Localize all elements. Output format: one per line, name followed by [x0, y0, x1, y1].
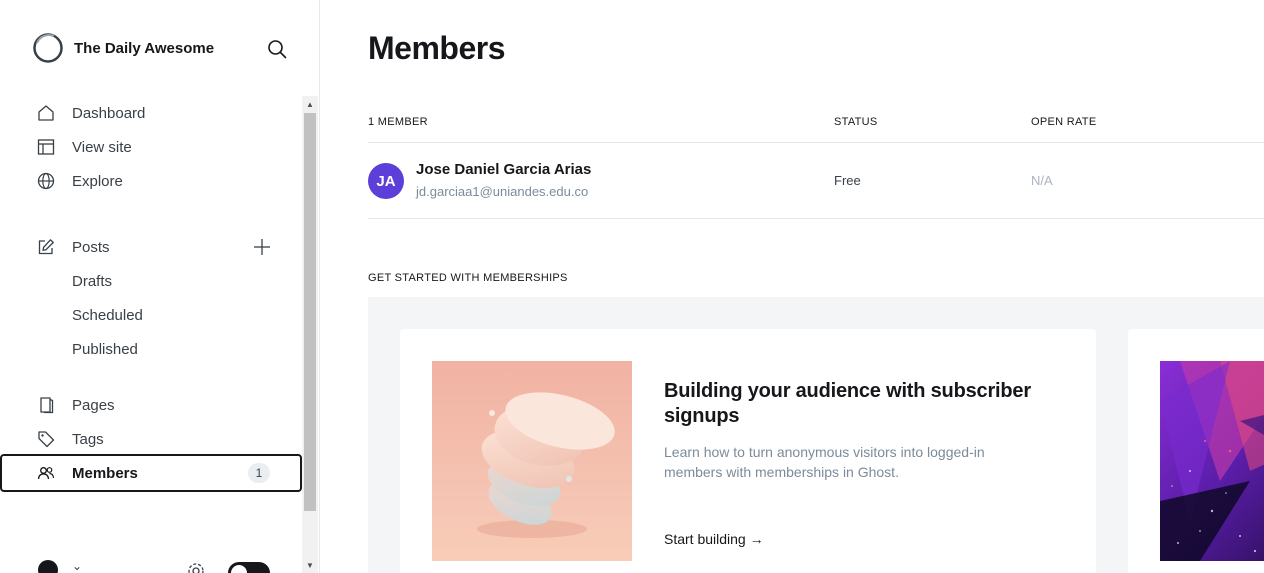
layout-icon	[36, 137, 56, 157]
scroll-up-arrow-icon[interactable]: ▲	[302, 96, 318, 112]
card-title: Building your audience with subscriber s…	[664, 380, 1031, 427]
sidebar: The Daily Awesome Dashboard View site Ex…	[0, 0, 320, 573]
sidebar-item-published[interactable]: Published	[0, 332, 302, 366]
sidebar-item-view-site[interactable]: View site	[0, 130, 302, 164]
search-button[interactable]	[264, 36, 290, 62]
card-description: Learn how to turn anonymous visitors int…	[664, 444, 985, 480]
card-illustration	[432, 361, 632, 561]
sidebar-item-label: Dashboard	[72, 104, 146, 122]
sidebar-nav: Dashboard View site Explore Posts Drafts	[0, 96, 318, 573]
main-content: Members 1 MEMBER STATUS OPEN RATE JA Jos…	[320, 0, 1264, 573]
column-header-open-rate[interactable]: OPEN RATE	[1031, 116, 1096, 128]
user-menu-chevron-icon[interactable]: ⌄	[72, 559, 82, 573]
tag-icon	[36, 429, 56, 449]
member-email: jd.garciaa1@uniandes.edu.co	[416, 184, 589, 199]
toggle-knob	[231, 565, 247, 573]
member-status: Free	[834, 173, 861, 188]
search-icon	[268, 40, 287, 59]
member-avatar: JA	[368, 163, 404, 199]
edit-icon	[36, 237, 56, 257]
card-illustration	[1160, 361, 1264, 561]
sidebar-item-members[interactable]: Members 1	[0, 454, 302, 492]
members-count-badge: 1	[248, 463, 270, 483]
sidebar-item-label: Pages	[72, 396, 115, 414]
resource-card[interactable]: Building your audience with subscriber s…	[400, 329, 1096, 573]
site-logo-icon	[33, 33, 63, 63]
pages-icon	[36, 395, 56, 415]
site-brand[interactable]: The Daily Awesome	[32, 32, 214, 64]
dark-mode-toggle[interactable]	[228, 562, 270, 573]
page-title: Members	[368, 30, 506, 66]
sidebar-item-label: Drafts	[72, 272, 113, 290]
sidebar-item-explore[interactable]: Explore	[0, 164, 302, 198]
scroll-down-arrow-icon[interactable]: ▼	[302, 557, 318, 573]
table-row[interactable]: JA Jose Daniel Garcia Arias jd.garciaa1@…	[368, 143, 1264, 218]
sidebar-item-label: Published	[72, 340, 138, 358]
sidebar-scrollbar[interactable]: ▲ ▼	[302, 96, 318, 573]
member-name: Jose Daniel Garcia Arias	[416, 161, 592, 178]
globe-icon	[36, 171, 56, 191]
start-building-link[interactable]: Start building →	[664, 531, 764, 547]
sidebar-item-scheduled[interactable]: Scheduled	[0, 298, 302, 332]
sidebar-footer: ⌄	[0, 555, 302, 573]
user-avatar[interactable]	[38, 560, 58, 573]
sidebar-item-pages[interactable]: Pages	[0, 388, 302, 422]
column-header-status[interactable]: STATUS	[834, 116, 878, 128]
scroll-thumb[interactable]	[304, 113, 316, 511]
sidebar-item-label: Tags	[72, 430, 104, 448]
sidebar-item-label: Explore	[72, 172, 123, 190]
members-icon	[36, 463, 56, 483]
memberships-cards: Building your audience with subscriber s…	[368, 297, 1264, 573]
home-icon	[36, 103, 56, 123]
sidebar-item-label: View site	[72, 138, 132, 156]
site-name: The Daily Awesome	[74, 39, 215, 57]
sidebar-item-label: Posts	[72, 238, 110, 256]
sidebar-item-label: Scheduled	[72, 306, 143, 324]
resource-card[interactable]	[1128, 329, 1264, 573]
member-open-rate: N/A	[1031, 173, 1053, 188]
gear-icon[interactable]	[186, 561, 206, 573]
column-header-member: 1 MEMBER	[368, 116, 428, 128]
get-started-heading: GET STARTED WITH MEMBERSHIPS	[368, 272, 568, 284]
sidebar-item-label: Members	[72, 464, 138, 482]
table-divider	[368, 218, 1264, 219]
sidebar-item-drafts[interactable]: Drafts	[0, 264, 302, 298]
add-post-button[interactable]	[252, 237, 272, 257]
sidebar-item-dashboard[interactable]: Dashboard	[0, 96, 302, 130]
plus-icon	[254, 239, 270, 255]
sidebar-item-tags[interactable]: Tags	[0, 422, 302, 456]
